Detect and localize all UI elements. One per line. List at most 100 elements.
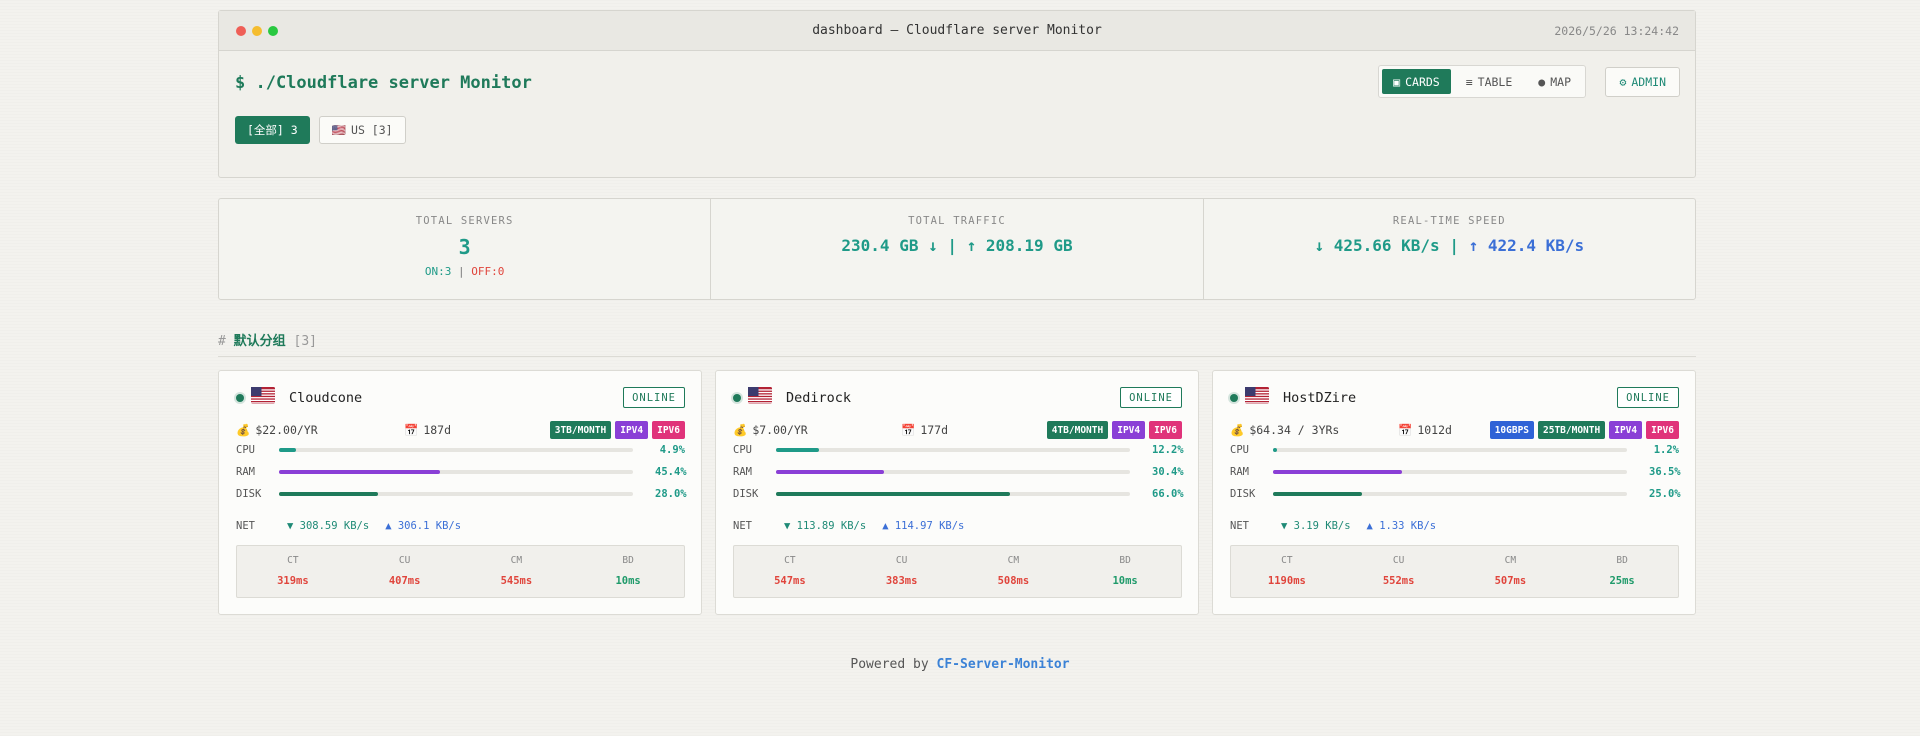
ping-bd: BD 10ms xyxy=(572,546,684,597)
ping-value: 383ms xyxy=(885,575,918,587)
ping-value: 10ms xyxy=(1112,575,1138,587)
status-badge: ONLINE xyxy=(623,387,685,408)
ping-value: 552ms xyxy=(1382,575,1415,587)
server-card[interactable]: HostDZire ONLINE 💰 $64.34 / 3YRs 📅 1012d… xyxy=(1212,370,1696,615)
disk-metric: DISK 66.0% xyxy=(733,487,1184,501)
server-name: Dedirock xyxy=(786,390,852,406)
ping-label: CT xyxy=(287,555,299,566)
net-up: ▲ 1.33 KB/s xyxy=(1366,520,1437,532)
disk-usage-bar xyxy=(776,492,1130,496)
server-days: 📅 177d xyxy=(901,423,948,437)
project-link[interactable]: CF-Server-Monitor xyxy=(937,657,1070,672)
ping-value: 25ms xyxy=(1609,575,1635,587)
table-view-label: TABLE xyxy=(1477,74,1513,89)
map-view-button[interactable]: ● MAP xyxy=(1527,69,1582,94)
disk-usage-bar xyxy=(279,492,633,496)
gear-icon: ⚙ xyxy=(1619,75,1627,89)
ram-value: 30.4% xyxy=(1152,466,1184,478)
status-indicator-icon xyxy=(1230,394,1238,402)
realtime-speed-label: REAL-TIME SPEED xyxy=(1392,215,1506,227)
total-traffic-stat: TOTAL TRAFFIC 230.4 GB ↓ | ↑ 208.19 GB xyxy=(711,199,1204,299)
filter-us-button[interactable]: 🇺🇸 US [3] xyxy=(318,116,406,144)
us-flag-icon xyxy=(251,387,275,404)
count-separator: | xyxy=(458,265,465,278)
filter-all-label: [全部] 3 xyxy=(247,123,298,137)
summary-stats: TOTAL SERVERS 3 ON:3 | OFF:0 TOTAL TRAFF… xyxy=(218,198,1696,300)
total-traffic-value: 230.4 GB ↓ | ↑ 208.19 GB xyxy=(841,236,1073,255)
table-view-button[interactable]: ≡ TABLE xyxy=(1455,69,1524,94)
server-card[interactable]: Dedirock ONLINE 💰 $7.00/YR 📅 177d 4TB/MO… xyxy=(715,370,1199,615)
money-bag-icon: 💰 xyxy=(1230,423,1245,437)
us-flag-icon xyxy=(748,387,772,404)
disk-label: DISK xyxy=(236,488,262,500)
admin-button[interactable]: ⚙ ADMIN xyxy=(1605,67,1680,97)
money-bag-icon: 💰 xyxy=(733,423,748,437)
ping-label: CU xyxy=(895,555,908,566)
total-servers-label: TOTAL SERVERS xyxy=(415,215,514,227)
total-traffic-label: TOTAL TRAFFIC xyxy=(908,215,1006,227)
disk-metric: DISK 28.0% xyxy=(236,487,687,501)
ping-ct: CT 319ms xyxy=(237,546,349,597)
cards-view-button[interactable]: ▣ CARDS xyxy=(1382,69,1451,94)
ping-label: CM xyxy=(1007,555,1020,566)
filter-us-label: US [3] xyxy=(351,123,393,137)
ping-cu: CU 552ms xyxy=(1343,546,1455,597)
ping-label: CM xyxy=(510,555,523,566)
server-tag: IPV6 xyxy=(1646,421,1679,439)
days-value: 177d xyxy=(920,423,949,437)
calendar-icon: 📅 xyxy=(1398,423,1413,437)
disk-label: DISK xyxy=(1230,488,1256,500)
offline-count: OFF:0 xyxy=(471,265,505,278)
latency-panel: CT 1190ms CU 552ms CM 507ms BD 25ms xyxy=(1230,545,1679,598)
price-value: $64.34 / 3YRs xyxy=(1249,423,1340,437)
cpu-label: CPU xyxy=(236,444,255,456)
ram-usage-bar xyxy=(279,470,633,474)
server-days: 📅 1012d xyxy=(1398,423,1452,437)
cpu-usage-fill xyxy=(776,448,820,452)
title-bar: dashboard — Cloudflare server Monitor 20… xyxy=(219,11,1695,51)
server-cards: Cloudcone ONLINE 💰 $22.00/YR 📅 187d 3TB/… xyxy=(218,370,1696,615)
speed-separator: | xyxy=(1449,236,1459,255)
ping-label: CT xyxy=(784,555,796,566)
page-title: $ ./Cloudflare server Monitor xyxy=(235,73,532,93)
server-tags: 10GBPS 25TB/MONTH IPV4 IPV6 xyxy=(1489,421,1679,439)
ping-cm: CM 507ms xyxy=(1455,546,1567,597)
calendar-icon: 📅 xyxy=(404,423,419,437)
online-offline-counts: ON:3 | OFF:0 xyxy=(219,265,710,278)
server-price: 💰 $64.34 / 3YRs xyxy=(1230,423,1339,437)
server-tags: 3TB/MONTH IPV4 IPV6 xyxy=(549,421,685,439)
ping-ct: CT 1190ms xyxy=(1231,546,1343,597)
net-down: ▼ 113.89 KB/s xyxy=(784,520,867,532)
speed-up: ↑ 422.4 KB/s xyxy=(1468,236,1585,255)
latency-panel: CT 319ms CU 407ms CM 545ms BD 10ms xyxy=(236,545,685,598)
map-view-label: MAP xyxy=(1550,74,1571,89)
dashboard: dashboard — Cloudflare server Monitor 20… xyxy=(218,10,1696,615)
map-icon: ● xyxy=(1538,74,1546,89)
ping-value: 547ms xyxy=(774,575,806,587)
disk-metric: DISK 25.0% xyxy=(1230,487,1681,501)
ram-value: 36.5% xyxy=(1649,466,1681,478)
region-filters: [全部] 3 🇺🇸 US [3] xyxy=(235,116,406,144)
status-indicator-icon xyxy=(236,394,244,402)
ping-cm: CM 545ms xyxy=(461,546,573,597)
filter-all-button[interactable]: [全部] 3 xyxy=(235,116,310,144)
total-servers-value: 3 xyxy=(458,235,471,259)
realtime-speed-stat: REAL-TIME SPEED ↓ 425.66 KB/s | ↑ 422.4 … xyxy=(1204,199,1695,299)
net-up: ▲ 114.97 KB/s xyxy=(882,520,965,532)
price-value: $7.00/YR xyxy=(752,423,808,437)
net-label: NET xyxy=(236,520,255,532)
server-tag: IPV4 xyxy=(1112,421,1146,439)
net-metric: NET ▼ 308.59 KB/s ▲ 306.1 KB/s xyxy=(236,520,461,532)
status-badge: ONLINE xyxy=(1617,387,1679,408)
calendar-icon: 📅 xyxy=(901,423,916,437)
ram-usage-fill xyxy=(279,470,440,474)
ram-label: RAM xyxy=(1230,466,1249,478)
server-price: 💰 $22.00/YR xyxy=(236,423,318,437)
ping-bd: BD 25ms xyxy=(1566,546,1678,597)
server-card[interactable]: Cloudcone ONLINE 💰 $22.00/YR 📅 187d 3TB/… xyxy=(218,370,702,615)
net-label: NET xyxy=(1230,520,1249,532)
net-down: ▼ 3.19 KB/s xyxy=(1281,520,1351,532)
ram-usage-fill xyxy=(1273,470,1403,474)
ram-metric: RAM 30.4% xyxy=(733,465,1184,479)
ping-bd: BD 10ms xyxy=(1069,546,1181,597)
